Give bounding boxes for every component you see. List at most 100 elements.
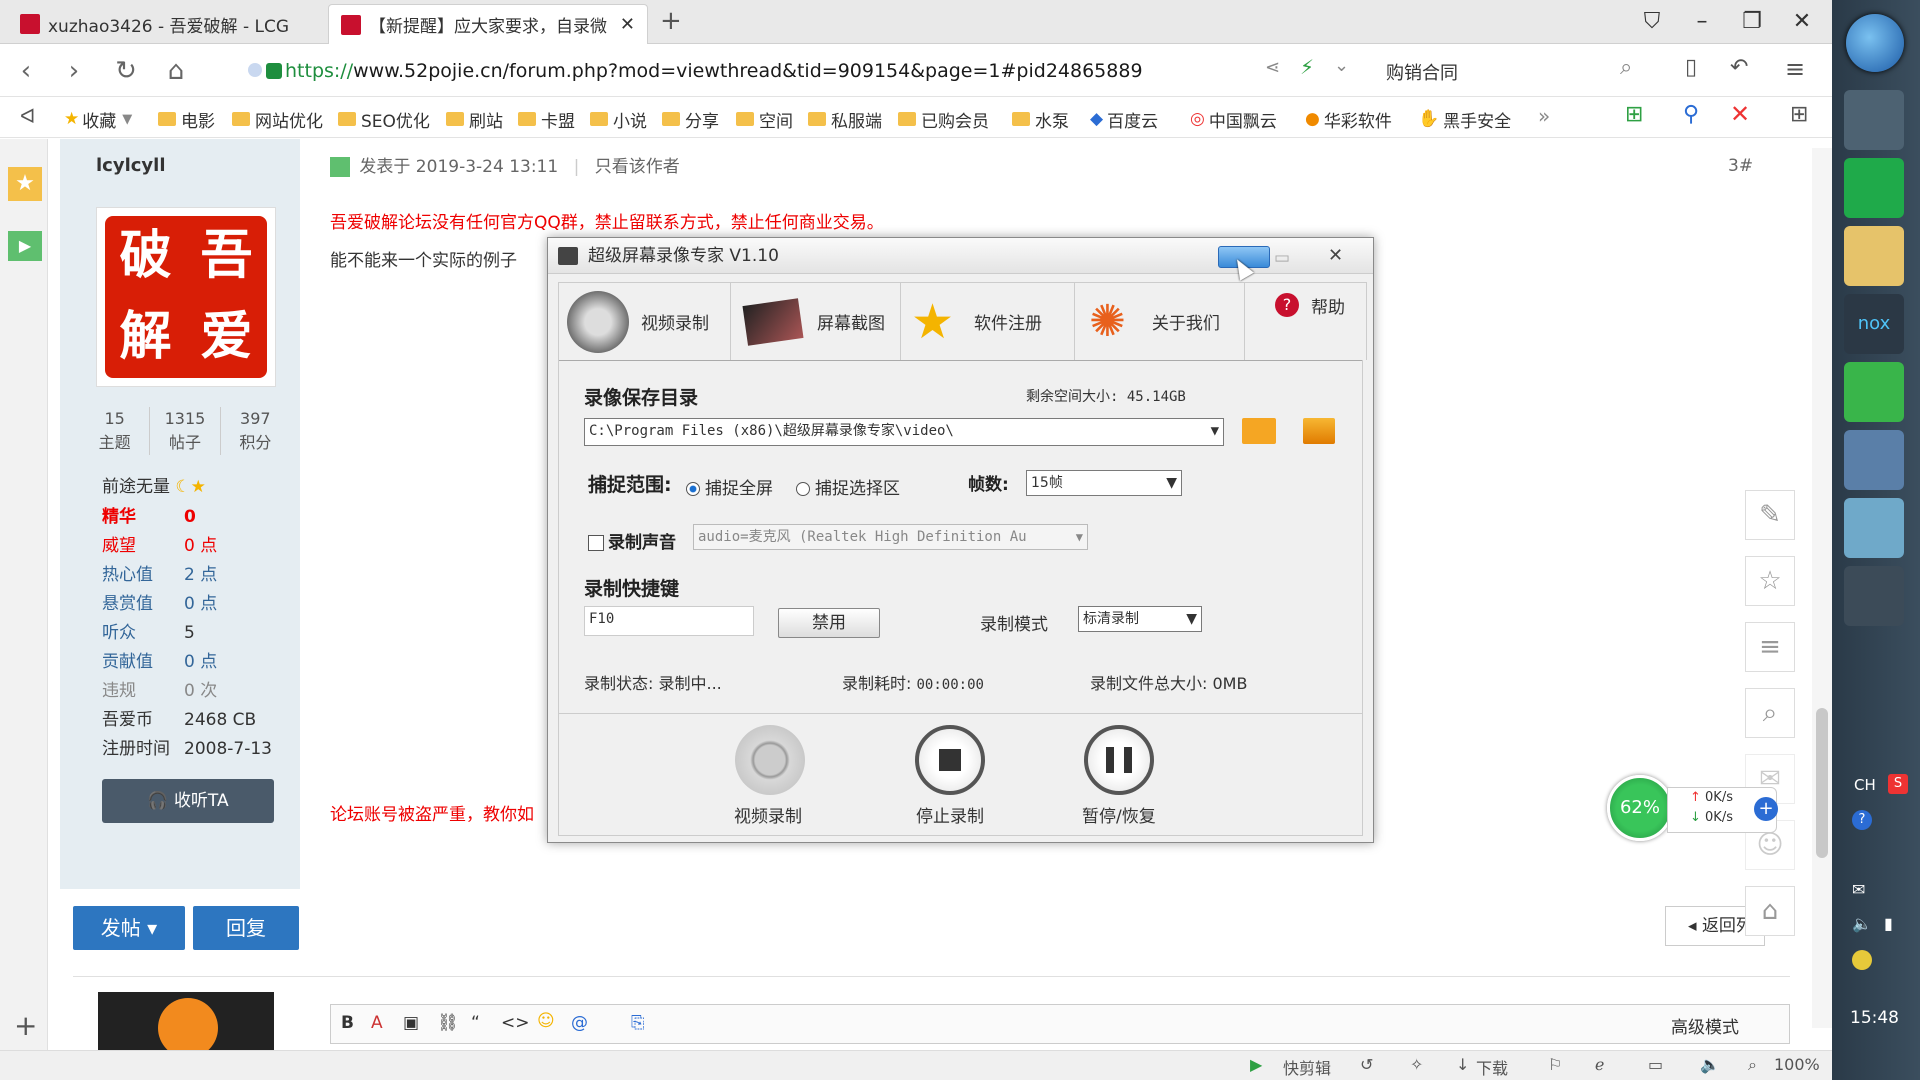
floor-number[interactable]: 3# xyxy=(1728,156,1753,176)
magnifier-icon[interactable]: ⚲ xyxy=(1683,102,1699,127)
nox-icon[interactable]: nox xyxy=(1844,294,1904,354)
maximize-icon[interactable]: ▭ xyxy=(1274,240,1290,276)
reload-icon[interactable]: ↻ xyxy=(110,55,142,87)
link-icon[interactable]: ⛓ xyxy=(437,1013,459,1033)
shirt-icon[interactable]: ⛉ xyxy=(1630,6,1674,38)
bookmark-folder[interactable]: 刷站 xyxy=(446,106,503,132)
avatar[interactable]: 破 吾 解 爱 xyxy=(96,207,276,387)
translate-icon[interactable]: ⊞ xyxy=(1625,102,1643,127)
search-engine-label[interactable]: 购销合同 xyxy=(1386,59,1458,85)
refresh-circle-icon[interactable]: ↺ xyxy=(1360,1055,1373,1074)
radio-fullscreen[interactable]: 捕捉全屏 xyxy=(686,474,773,499)
wechat-tray-icon[interactable]: ✉ xyxy=(1852,880,1865,899)
window-icon[interactable]: ▭ xyxy=(1648,1055,1663,1074)
bookmark-folder[interactable]: 分享 xyxy=(662,106,719,132)
notepad-app-icon[interactable] xyxy=(1844,498,1904,558)
info-key[interactable]: 悬赏值 xyxy=(102,590,184,619)
stat-points[interactable]: 397 积分 xyxy=(221,407,290,455)
volume-icon[interactable]: 🔈 xyxy=(1700,1055,1720,1074)
minimize-icon[interactable]: – xyxy=(1680,6,1724,38)
bookmark-folder[interactable]: 私服端 xyxy=(808,106,882,132)
zoom-level[interactable]: 100% xyxy=(1774,1055,1820,1074)
bookmark-folder[interactable]: 小说 xyxy=(590,106,647,132)
chevron-down-icon[interactable]: ⌄ xyxy=(1334,55,1349,76)
record-audio-checkbox[interactable]: 录制声音 xyxy=(588,528,676,553)
lightning-icon[interactable]: ⚡ xyxy=(1300,55,1314,79)
tab-video-record[interactable]: 视频录制 xyxy=(558,282,731,360)
bold-icon[interactable]: B xyxy=(341,1013,354,1033)
info-key[interactable]: 听众 xyxy=(102,619,184,648)
image-icon[interactable]: ▣ xyxy=(403,1013,419,1033)
browse-folder-icon[interactable] xyxy=(1303,418,1335,444)
search-icon[interactable]: ⌕ xyxy=(1620,55,1632,80)
audio-device-select[interactable]: audio=麦克风 (Realtek High Definition Au ▼ xyxy=(693,524,1088,550)
sogou-icon[interactable]: S xyxy=(1888,774,1908,794)
bookmark-link[interactable]: ◎ 中国飘云 xyxy=(1190,106,1277,132)
bookmark-folder[interactable]: 已购会员 xyxy=(898,106,989,132)
stat-posts[interactable]: 1315 帖子 xyxy=(150,407,221,455)
emoji-icon[interactable]: ☺ xyxy=(537,1011,555,1031)
more-bookmarks-icon[interactable]: » xyxy=(1538,104,1550,128)
pause-button-icon[interactable] xyxy=(1084,725,1154,795)
close-tab-icon[interactable]: ✕ xyxy=(620,14,635,35)
recorder-app-icon[interactable] xyxy=(1844,566,1904,626)
green-app-icon[interactable] xyxy=(1844,158,1904,218)
tools-icon[interactable]: ✕ xyxy=(1730,100,1750,128)
network-monitor[interactable]: 62% ↑ 0K/s ↓ 0K/s + xyxy=(1607,775,1787,845)
tab-help[interactable]: ? 帮助 xyxy=(1245,282,1367,360)
restore-icon[interactable]: ❐ xyxy=(1730,6,1774,38)
collapse-sidebar-icon[interactable]: ᐊ xyxy=(20,104,35,128)
undo-icon[interactable]: ↶ xyxy=(1730,55,1748,80)
new-post-button[interactable]: 发帖 ▾ xyxy=(73,906,185,950)
clock[interactable]: 15:48 xyxy=(1850,1008,1899,1028)
download-label[interactable]: 下载 xyxy=(1476,1055,1508,1079)
open-folder-icon[interactable] xyxy=(1242,418,1276,444)
bookmark-folder[interactable]: 电影 xyxy=(158,106,215,132)
speedup-plus-icon[interactable]: + xyxy=(1754,797,1778,821)
font-color-icon[interactable]: A xyxy=(371,1013,383,1033)
menu-icon[interactable]: ≡ xyxy=(1785,55,1805,83)
forward-icon[interactable]: › xyxy=(58,55,90,87)
bookmark-folder[interactable]: 空间 xyxy=(736,106,793,132)
refresh-app-icon[interactable] xyxy=(1844,362,1904,422)
info-key[interactable]: 热心值 xyxy=(102,561,184,590)
home-icon[interactable]: ⌂ xyxy=(160,55,192,87)
tab-screenshot[interactable]: 屏幕截图 xyxy=(731,282,901,360)
ie-icon[interactable]: ℯ xyxy=(1595,1055,1604,1074)
flag-icon[interactable]: ⚐ xyxy=(1548,1055,1562,1074)
follow-button[interactable]: 🎧 收听TA xyxy=(102,779,274,823)
hotkey-input[interactable]: F10 xyxy=(584,606,754,636)
author-name[interactable]: lcylcyll xyxy=(96,155,166,176)
back-icon[interactable]: ‹ xyxy=(10,55,42,87)
info-key[interactable]: 精华 xyxy=(102,503,184,532)
next-avatar[interactable] xyxy=(98,992,274,1050)
tab-about[interactable]: ✺ 关于我们 xyxy=(1075,282,1245,360)
list-icon[interactable]: ≡ xyxy=(1745,622,1795,672)
stop-button-icon[interactable] xyxy=(915,725,985,795)
tab-2[interactable]: 【新提醒】应大家要求，自录微 ✕ xyxy=(328,4,648,44)
stat-threads[interactable]: 15 主题 xyxy=(80,407,151,455)
security-notice-link[interactable]: 论坛账号被盗严重，教你如 xyxy=(330,800,534,825)
at-icon[interactable]: @ xyxy=(571,1013,588,1033)
bookmark-folder[interactable]: 网站优化 xyxy=(232,106,323,132)
fps-select[interactable]: 15帧 ▼ xyxy=(1026,470,1182,496)
bookmark-folder[interactable]: SEO优化 xyxy=(338,106,430,132)
add-icon[interactable]: + xyxy=(14,1009,37,1042)
pin-icon[interactable]: ✧ xyxy=(1410,1055,1423,1074)
bookmark-link[interactable]: ● 华彩软件 xyxy=(1305,106,1392,132)
close-icon[interactable]: ✕ xyxy=(1328,238,1343,274)
only-author-link[interactable]: 只看该作者 xyxy=(595,157,680,177)
tab-1[interactable]: xuzhao3426 - 吾爱破解 - LCG xyxy=(8,4,318,44)
bookmark-folder[interactable]: 水泵 xyxy=(1012,106,1069,132)
stop-button-label[interactable]: 停止录制 xyxy=(916,802,984,827)
record-button-label[interactable]: 视频录制 xyxy=(734,802,802,827)
radio-region[interactable]: 捕捉选择区 xyxy=(796,474,900,499)
signal-tray-icon[interactable]: ▮ xyxy=(1884,914,1893,933)
back-to-top-icon[interactable]: ⌂ xyxy=(1745,886,1795,936)
bookmark-link[interactable]: ◆ 百度云 xyxy=(1090,106,1158,132)
info-key[interactable]: 贡献值 xyxy=(102,648,184,677)
video-icon[interactable]: ▶ xyxy=(8,231,42,261)
favorite-star-icon[interactable]: ☆ xyxy=(1745,556,1795,606)
share-icon[interactable]: ⋖ xyxy=(1265,57,1280,78)
quote-icon[interactable]: “ xyxy=(471,1013,480,1033)
